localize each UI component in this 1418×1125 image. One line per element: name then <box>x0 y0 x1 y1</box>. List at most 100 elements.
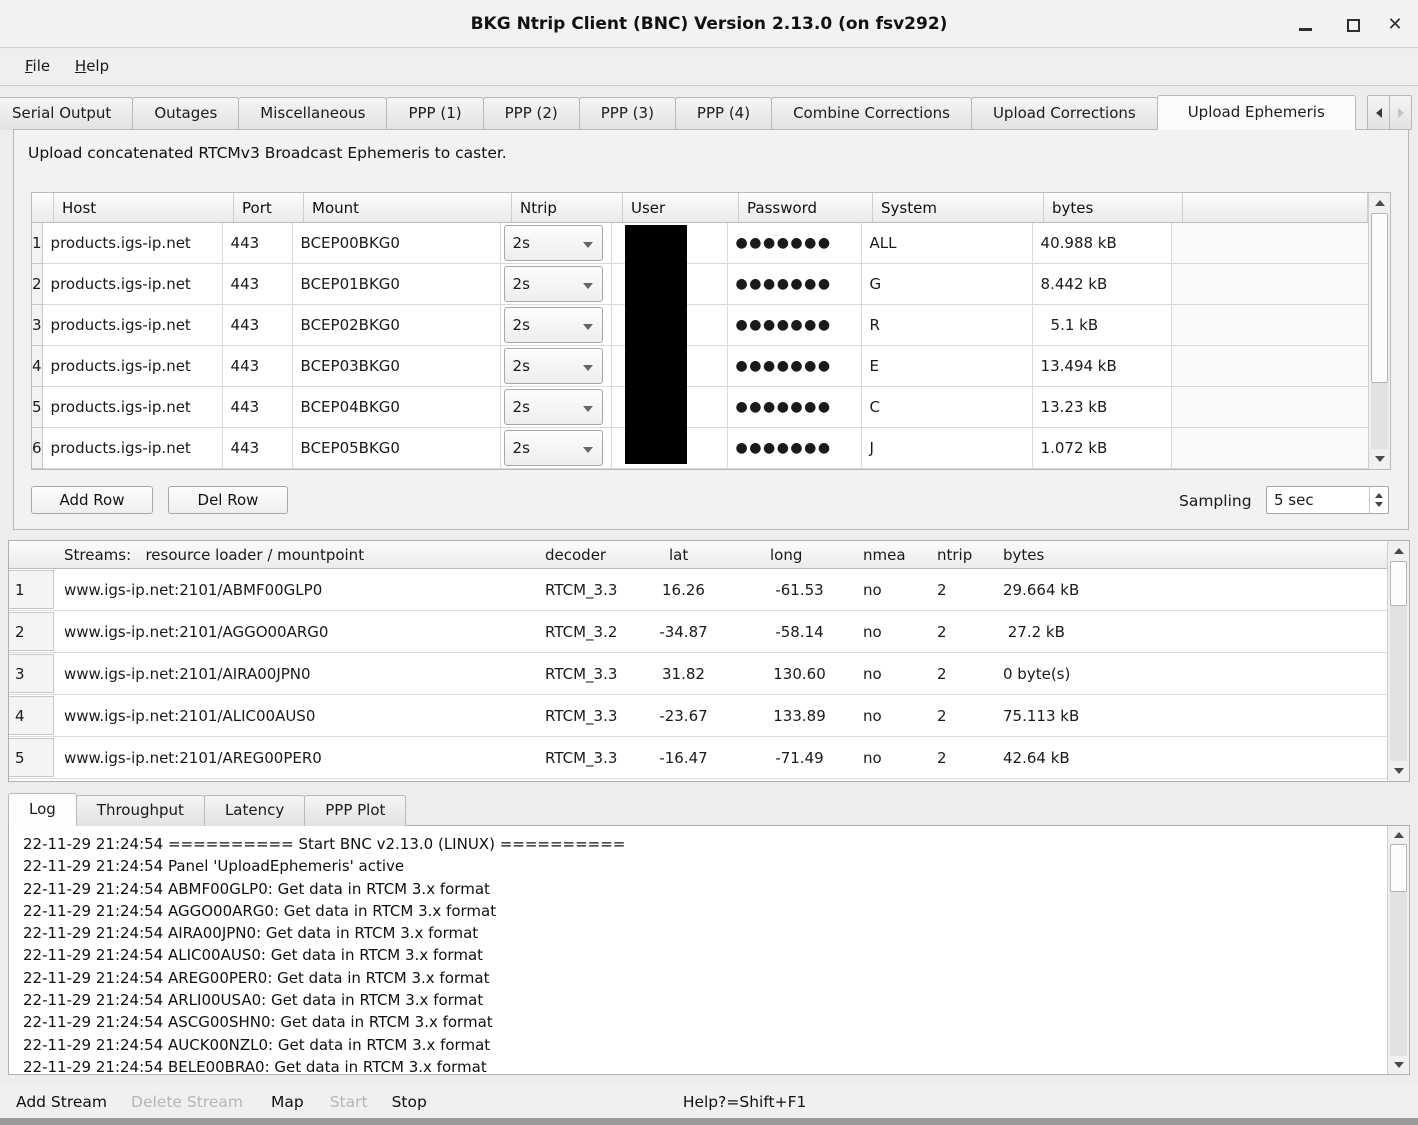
tab-scroll-right-button[interactable] <box>1389 95 1412 130</box>
stream-row-number[interactable]: 2 <box>9 612 54 651</box>
cell-system[interactable]: J <box>862 428 1033 469</box>
scroll-up-button[interactable] <box>1388 826 1409 844</box>
scroll-up-button[interactable] <box>1388 541 1409 561</box>
stop-button[interactable]: Stop <box>392 1093 427 1111</box>
add-stream-button[interactable]: Add Stream <box>16 1093 107 1111</box>
stream-row[interactable]: 5 www.igs-ip.net:2101/AREG00PER0 RTCM_3.… <box>9 737 1387 779</box>
stream-row[interactable]: 1 www.igs-ip.net:2101/ABMF00GLP0 RTCM_3.… <box>9 569 1387 611</box>
stream-row-number[interactable]: 4 <box>9 696 54 735</box>
row-number[interactable]: 2 <box>32 264 43 305</box>
menu-help[interactable]: Help <box>65 49 119 85</box>
cell-mount[interactable]: BCEP02BKG0 <box>293 305 501 346</box>
cell-password[interactable]: ●●●●●●● <box>728 346 862 387</box>
scrollbar-handle[interactable] <box>1371 213 1388 383</box>
cell-host[interactable]: products.igs-ip.net <box>43 387 223 428</box>
cell-port[interactable]: 443 <box>223 305 293 346</box>
cell-system[interactable]: ALL <box>862 223 1033 264</box>
log-scrollbar[interactable] <box>1387 826 1409 1074</box>
tab-outages[interactable]: Outages <box>132 97 239 130</box>
stream-row[interactable]: 4 www.igs-ip.net:2101/ALIC00AUS0 RTCM_3.… <box>9 695 1387 737</box>
stream-row-number[interactable]: 1 <box>9 570 54 609</box>
cell-password[interactable]: ●●●●●●● <box>728 264 862 305</box>
row-number[interactable]: 3 <box>32 305 43 346</box>
add-row-button[interactable]: Add Row <box>31 486 153 514</box>
cell-port[interactable]: 443 <box>223 264 293 305</box>
cell-mount[interactable]: BCEP05BKG0 <box>293 428 501 469</box>
row-number[interactable]: 5 <box>32 387 43 428</box>
maximize-button[interactable] <box>1340 12 1366 38</box>
tab-throughput[interactable]: Throughput <box>76 795 205 826</box>
cell-mount[interactable]: BCEP01BKG0 <box>293 264 501 305</box>
cell-port[interactable]: 443 <box>223 387 293 428</box>
cell-system[interactable]: R <box>862 305 1033 346</box>
scrollbar-groove[interactable] <box>1371 383 1388 449</box>
stream-row[interactable]: 3 www.igs-ip.net:2101/AIRA00JPN0 RTCM_3.… <box>9 653 1387 695</box>
sampling-spinbox[interactable]: 5 sec <box>1266 486 1389 514</box>
del-row-button[interactable]: Del Row <box>168 486 288 514</box>
cell-mount[interactable]: BCEP04BKG0 <box>293 387 501 428</box>
upload-table-scrollbar[interactable] <box>1368 193 1390 469</box>
scrollbar-groove[interactable] <box>1390 892 1407 1056</box>
scroll-down-button[interactable] <box>1388 761 1409 781</box>
cell-system[interactable]: E <box>862 346 1033 387</box>
scroll-up-button[interactable] <box>1369 193 1390 213</box>
spin-up-icon[interactable] <box>1375 493 1383 498</box>
tab-ppp-1[interactable]: PPP (1) <box>386 97 483 130</box>
tab-scroll-left-button[interactable] <box>1367 95 1390 130</box>
tab-ppp-2[interactable]: PPP (2) <box>483 97 580 130</box>
cell-host[interactable]: products.igs-ip.net <box>43 223 223 264</box>
menu-file[interactable]: File <box>15 49 60 85</box>
cell-port[interactable]: 443 <box>223 223 293 264</box>
spin-down-icon[interactable] <box>1375 502 1383 507</box>
cell-system[interactable]: G <box>862 264 1033 305</box>
ntrip-version-dropdown[interactable]: 2s <box>504 266 603 302</box>
tab-latency[interactable]: Latency <box>204 795 305 826</box>
cell-password[interactable]: ●●●●●●● <box>728 387 862 428</box>
log-view[interactable]: 22-11-29 21:24:54 ========== Start BNC v… <box>8 825 1410 1075</box>
cell-host[interactable]: products.igs-ip.net <box>43 428 223 469</box>
cell-host[interactable]: products.igs-ip.net <box>43 305 223 346</box>
menubar: File Help <box>0 49 1418 86</box>
cell-port[interactable]: 443 <box>223 428 293 469</box>
streams-scrollbar[interactable] <box>1387 541 1409 781</box>
scroll-down-button[interactable] <box>1369 449 1390 469</box>
tab-combine-corrections[interactable]: Combine Corrections <box>771 97 972 130</box>
tab-upload-corrections[interactable]: Upload Corrections <box>971 97 1158 130</box>
tab-miscellaneous[interactable]: Miscellaneous <box>238 97 387 130</box>
scroll-down-button[interactable] <box>1388 1056 1409 1074</box>
cell-password[interactable]: ●●●●●●● <box>728 223 862 264</box>
tab-ppp-4[interactable]: PPP (4) <box>675 97 772 130</box>
scrollbar-handle[interactable] <box>1390 844 1407 892</box>
ntrip-version-dropdown[interactable]: 2s <box>504 430 603 466</box>
cell-system[interactable]: C <box>862 387 1033 428</box>
tab-ppp-plot[interactable]: PPP Plot <box>304 795 406 826</box>
ntrip-version-dropdown[interactable]: 2s <box>504 348 603 384</box>
ntrip-version-dropdown[interactable]: 2s <box>504 225 603 261</box>
cell-password[interactable]: ●●●●●●● <box>728 305 862 346</box>
minimize-button[interactable] <box>1292 12 1318 38</box>
cell-mount[interactable]: BCEP03BKG0 <box>293 346 501 387</box>
row-number[interactable]: 4 <box>32 346 43 387</box>
stream-row-number[interactable]: 3 <box>9 654 54 693</box>
close-button[interactable]: ✕ <box>1382 12 1408 38</box>
scrollbar-groove[interactable] <box>1390 606 1407 761</box>
tab-ppp-3[interactable]: PPP (3) <box>579 97 676 130</box>
cell-password[interactable]: ●●●●●●● <box>728 428 862 469</box>
map-button[interactable]: Map <box>271 1093 304 1111</box>
stream-row[interactable]: 2 www.igs-ip.net:2101/AGGO00ARG0 RTCM_3.… <box>9 611 1387 653</box>
cell-port[interactable]: 443 <box>223 346 293 387</box>
tab-serial-output[interactable]: Serial Output <box>0 97 133 130</box>
row-number[interactable]: 1 <box>32 223 43 264</box>
tab-upload-ephemeris[interactable]: Upload Ephemeris <box>1157 95 1356 130</box>
ntrip-version-dropdown[interactable]: 2s <box>504 389 603 425</box>
arrow-up-icon <box>1394 548 1404 554</box>
ntrip-version-dropdown[interactable]: 2s <box>504 307 603 343</box>
table-row: 1 products.igs-ip.net 443 BCEP00BKG0 2s … <box>32 223 1368 264</box>
cell-host[interactable]: products.igs-ip.net <box>43 264 223 305</box>
cell-mount[interactable]: BCEP00BKG0 <box>293 223 501 264</box>
row-number[interactable]: 6 <box>32 428 43 469</box>
scrollbar-handle[interactable] <box>1390 561 1407 606</box>
tab-log[interactable]: Log <box>8 793 77 826</box>
stream-row-number[interactable]: 5 <box>9 738 54 777</box>
cell-host[interactable]: products.igs-ip.net <box>43 346 223 387</box>
